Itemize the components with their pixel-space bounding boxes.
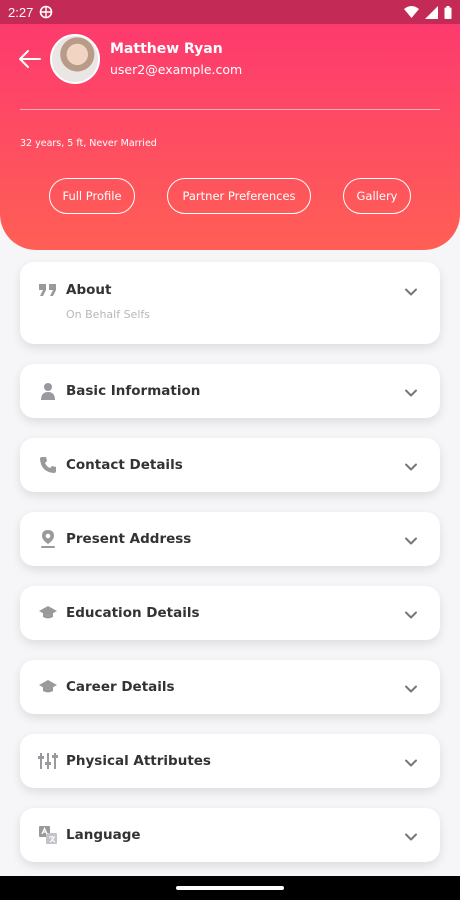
- section-card-education-details[interactable]: Education Details: [20, 586, 440, 640]
- section-card-contact-details[interactable]: Contact Details: [20, 438, 440, 492]
- header-divider: [20, 109, 440, 110]
- section-title: Present Address: [66, 531, 192, 547]
- partner-preferences-button[interactable]: Partner Preferences: [167, 178, 311, 214]
- sync-status-icon: [40, 5, 53, 19]
- signal-icon: [425, 5, 438, 19]
- section-card-present-address[interactable]: Present Address: [20, 512, 440, 566]
- section-card-basic-information[interactable]: Basic Information: [20, 364, 440, 418]
- chevron-down-icon[interactable]: [404, 830, 418, 844]
- location-icon: [41, 530, 55, 548]
- status-bar: 2:27: [0, 0, 460, 24]
- section-title: Contact Details: [66, 457, 183, 473]
- gallery-button[interactable]: Gallery: [343, 178, 411, 214]
- section-title: Language: [66, 827, 141, 843]
- section-title: About: [66, 282, 112, 298]
- section-card-career-details[interactable]: Career Details: [20, 660, 440, 714]
- chevron-down-icon[interactable]: [404, 285, 418, 299]
- quote-icon: [39, 284, 56, 296]
- section-title: Physical Attributes: [66, 753, 211, 769]
- person-icon: [41, 383, 55, 400]
- user-email: user2@example.com: [110, 62, 243, 77]
- section-title: Career Details: [66, 679, 175, 695]
- graduation-cap-icon: [39, 606, 57, 619]
- phone-icon: [40, 457, 56, 473]
- status-time: 2:27: [8, 4, 34, 20]
- graduation-cap-icon: [39, 680, 57, 693]
- battery-icon: [444, 5, 452, 19]
- section-card-language[interactable]: Language: [20, 808, 440, 862]
- section-title: Basic Information: [66, 383, 201, 399]
- user-name: Matthew Ryan: [110, 41, 223, 57]
- full-profile-button[interactable]: Full Profile: [49, 178, 135, 214]
- section-title: Education Details: [66, 605, 200, 621]
- translate-icon: [39, 826, 57, 844]
- home-indicator[interactable]: [176, 886, 284, 890]
- wifi-icon: [404, 6, 419, 18]
- chevron-down-icon[interactable]: [404, 682, 418, 696]
- section-subtitle: On Behalf Selfs: [66, 308, 150, 321]
- profile-summary: 32 years, 5 ft, Never Married: [20, 138, 157, 149]
- profile-header: Matthew Ryan user2@example.com 32 years,…: [0, 24, 460, 250]
- section-card-about[interactable]: About On Behalf Selfs: [20, 262, 440, 344]
- section-card-physical-attributes[interactable]: Physical Attributes: [20, 734, 440, 788]
- chevron-down-icon[interactable]: [404, 534, 418, 548]
- chevron-down-icon[interactable]: [404, 608, 418, 622]
- chevron-down-icon[interactable]: [404, 756, 418, 770]
- chevron-down-icon[interactable]: [404, 460, 418, 474]
- chevron-down-icon[interactable]: [404, 386, 418, 400]
- attributes-icon: [38, 753, 58, 769]
- avatar[interactable]: [50, 34, 100, 84]
- back-arrow-icon[interactable]: [18, 48, 42, 70]
